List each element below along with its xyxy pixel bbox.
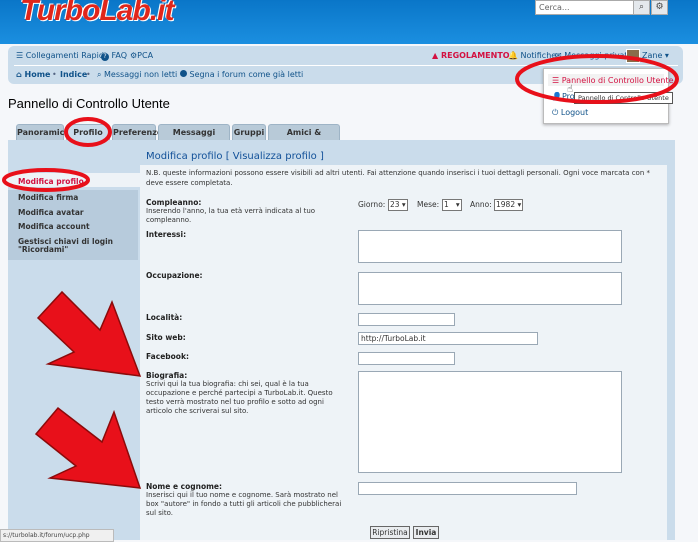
annotation-ellipse-ucp	[515, 54, 679, 104]
annotation-arrow-nome	[34, 406, 142, 489]
annotation-ellipse-profilo	[64, 117, 112, 147]
annotation-ellipse-modifica-profilo	[2, 168, 90, 192]
annotation-overlay	[2, 54, 679, 489]
annotation-arrow-biografia	[36, 290, 142, 377]
